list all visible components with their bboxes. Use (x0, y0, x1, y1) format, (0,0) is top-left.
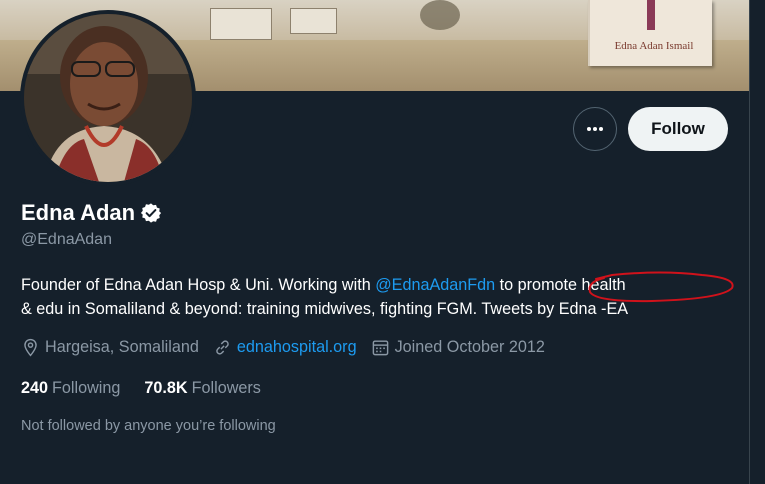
display-name: Edna Adan (21, 200, 136, 225)
user-handle: @EdnaAdan (21, 231, 112, 248)
profile-header: Edna Adan Ismail Follow Edna Adan @EdnaA… (0, 0, 750, 484)
profile-meta: Hargeisa, Somaliland ednahospital.org Jo… (21, 338, 559, 357)
banner-building (290, 8, 337, 34)
bio-text: Founder of Edna Adan Hosp & Uni. Working… (21, 276, 376, 294)
follow-stats: 240 Following 70.8K Followers (21, 379, 285, 398)
location-text: Hargeisa, Somaliland (45, 338, 199, 356)
website-item[interactable]: ednahospital.org (213, 338, 357, 357)
book-author: Edna Adan Ismail (614, 40, 694, 52)
location-pin-icon (24, 338, 37, 357)
bio-text: to promote health (495, 276, 626, 294)
following-count: 240 (21, 379, 49, 397)
bio-line-1: Founder of Edna Adan Hosp & Uni. Working… (21, 273, 736, 297)
more-options-button[interactable] (573, 107, 617, 151)
calendar-icon (372, 340, 388, 356)
bio-line-2: & edu in Somaliland & beyond: training m… (21, 300, 629, 318)
bio-mention-link[interactable]: @EdnaAdanFdn (375, 276, 495, 294)
joined-item: Joined October 2012 (371, 338, 545, 357)
profile-bio: Founder of Edna Adan Hosp & Uni. Working… (21, 273, 736, 321)
banner-tree (420, 0, 460, 30)
display-name-row: Edna Adan (21, 200, 162, 226)
book-figure (647, 0, 655, 30)
location-item: Hargeisa, Somaliland (21, 338, 199, 357)
followers-link[interactable]: 70.8K Followers (144, 379, 260, 398)
followers-count: 70.8K (144, 379, 188, 397)
follow-button[interactable]: Follow (628, 107, 728, 151)
following-label: Following (52, 379, 121, 397)
more-horizontal-icon (587, 127, 603, 131)
joined-text: Joined October 2012 (394, 338, 545, 356)
banner-building (210, 8, 272, 40)
followers-label: Followers (191, 379, 261, 397)
avatar[interactable] (20, 10, 196, 186)
book-cover: Edna Adan Ismail (588, 0, 712, 66)
link-icon (216, 340, 229, 355)
not-followed-notice: Not followed by anyone you’re following (21, 418, 276, 434)
verified-badge-icon[interactable] (140, 202, 162, 224)
website-link[interactable]: ednahospital.org (237, 338, 357, 357)
avatar-photo (24, 14, 192, 182)
following-link[interactable]: 240 Following (21, 379, 120, 398)
